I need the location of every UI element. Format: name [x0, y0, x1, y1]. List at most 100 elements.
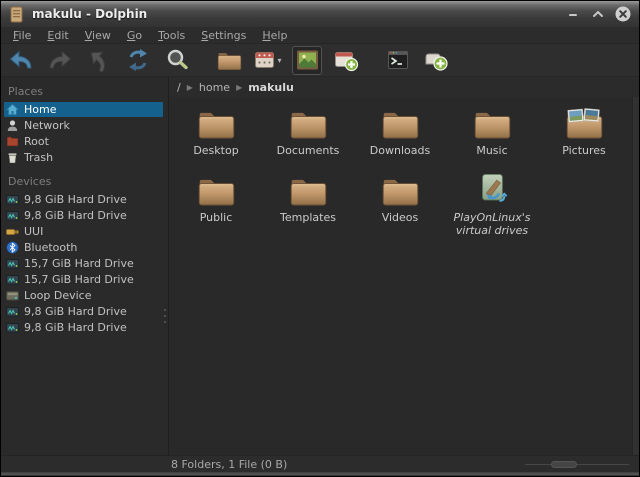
root-folder-icon [6, 135, 19, 148]
content-area: Places Home Network Root [1, 77, 639, 455]
folder-icon [196, 107, 237, 141]
icon-view-mode-icon [254, 50, 276, 71]
network-icon [6, 119, 19, 132]
home-icon [6, 103, 19, 116]
close-button[interactable] [615, 6, 631, 22]
trash-icon [6, 151, 19, 164]
minimize-button[interactable] [565, 6, 581, 22]
file-label: Documents [277, 144, 340, 157]
window-title: makulu - Dolphin [32, 7, 557, 21]
menu-help-label: elp [271, 29, 288, 42]
place-label: Home [24, 103, 56, 116]
breadcrumb-root[interactable]: / [175, 81, 183, 94]
device-label: 9,8 GiB Hard Drive [24, 193, 127, 206]
terminal-button[interactable] [383, 46, 413, 75]
zoom-slider[interactable] [525, 456, 629, 472]
breadcrumb: / ▶ home ▶ makulu [169, 77, 639, 97]
device-hard-drive-1[interactable]: 9,8 GiB Hard Drive [4, 192, 163, 207]
breadcrumb-home[interactable]: home [197, 81, 232, 94]
device-label: Bluetooth [24, 241, 77, 254]
file-playonlinux-virtual-drives[interactable]: PlayOnLinux's virtual drives [446, 171, 538, 238]
hard-drive-icon [6, 305, 19, 318]
file-templates[interactable]: Templates [262, 171, 354, 238]
file-music[interactable]: Music [446, 104, 538, 171]
window-frame-bottom [1, 472, 639, 476]
file-desktop[interactable]: Desktop [170, 104, 262, 171]
maximize-icon [592, 8, 604, 20]
maximize-button[interactable] [590, 6, 606, 22]
loop-device-icon [6, 289, 19, 302]
folder-icon [380, 107, 421, 141]
file-pictures[interactable]: Pictures [538, 104, 630, 171]
hard-drive-icon [6, 321, 19, 334]
zoom-slider-track [525, 464, 629, 465]
folder-icon [472, 107, 513, 141]
device-hard-drive-6[interactable]: 9,8 GiB Hard Drive [4, 320, 163, 335]
status-bar: 8 Folders, 1 File (0 B) [1, 455, 639, 472]
back-icon [8, 48, 34, 72]
menu-file-label: ile [19, 29, 32, 42]
panel-splitter-handle[interactable] [164, 309, 166, 323]
title-bar[interactable]: makulu - Dolphin [1, 1, 639, 27]
menu-file[interactable]: File [5, 29, 39, 42]
back-button[interactable] [6, 46, 36, 75]
split-view-button[interactable] [331, 46, 361, 75]
file-downloads[interactable]: Downloads [354, 104, 446, 171]
breadcrumb-arrow-icon: ▶ [236, 83, 242, 92]
menu-go[interactable]: Go [119, 29, 150, 42]
new-tab-icon [424, 49, 450, 72]
device-hard-drive-5[interactable]: 9,8 GiB Hard Drive [4, 304, 163, 319]
device-loop[interactable]: Loop Device [4, 288, 163, 303]
hard-drive-icon [6, 273, 19, 286]
file-label: Templates [280, 211, 336, 224]
device-bluetooth[interactable]: Bluetooth [4, 240, 163, 255]
device-label: 15,7 GiB Hard Drive [24, 273, 134, 286]
file-label: Downloads [370, 144, 430, 157]
status-summary: 8 Folders, 1 File (0 B) [171, 458, 525, 471]
file-videos[interactable]: Videos [354, 171, 446, 238]
menu-settings[interactable]: Settings [193, 29, 254, 42]
bluetooth-icon [6, 241, 19, 254]
icon-view-mode-button[interactable]: ▾ [253, 46, 283, 75]
menu-view-label: iew [92, 29, 111, 42]
place-root[interactable]: Root [4, 134, 163, 149]
device-hard-drive-4[interactable]: 15,7 GiB Hard Drive [4, 272, 163, 287]
forward-button[interactable] [45, 46, 75, 75]
up-button[interactable] [84, 46, 114, 75]
device-label: Loop Device [24, 289, 92, 302]
new-tab-button[interactable] [422, 46, 452, 75]
main-toolbar: ▾ [1, 44, 639, 77]
menu-help[interactable]: Help [254, 29, 295, 42]
menu-tools-label: ools [163, 29, 185, 42]
folder-button[interactable] [214, 46, 244, 75]
hard-drive-icon [6, 209, 19, 222]
devices-header: Devices [1, 171, 168, 192]
breadcrumb-makulu[interactable]: makulu [246, 81, 296, 94]
file-label: Videos [382, 211, 419, 224]
menu-view[interactable]: View [77, 29, 119, 42]
device-label: 15,7 GiB Hard Drive [24, 257, 134, 270]
find-button[interactable] [162, 46, 192, 75]
vertical-scrollbar[interactable] [632, 97, 639, 455]
menu-edit[interactable]: Edit [39, 29, 76, 42]
place-home[interactable]: Home [4, 102, 163, 117]
file-public[interactable]: Public [170, 171, 262, 238]
up-icon [86, 48, 112, 72]
folder-view[interactable]: Desktop Documents [169, 97, 639, 455]
device-uui[interactable]: UUI [4, 224, 163, 239]
preview-toggle-button[interactable] [292, 46, 322, 75]
file-documents[interactable]: Documents [262, 104, 354, 171]
device-hard-drive-3[interactable]: 15,7 GiB Hard Drive [4, 256, 163, 271]
file-label: Music [476, 144, 507, 157]
forward-icon [47, 48, 73, 72]
file-label: Desktop [193, 144, 238, 157]
device-hard-drive-2[interactable]: 9,8 GiB Hard Drive [4, 208, 163, 223]
menu-tools[interactable]: Tools [150, 29, 193, 42]
zoom-slider-handle[interactable] [551, 461, 577, 468]
place-trash[interactable]: Trash [4, 150, 163, 165]
folder-icon [288, 174, 329, 208]
place-label: Network [24, 119, 70, 132]
reload-button[interactable] [123, 46, 153, 75]
dolphin-window: makulu - Dolphin File Edit V [0, 0, 640, 477]
place-network[interactable]: Network [4, 118, 163, 133]
